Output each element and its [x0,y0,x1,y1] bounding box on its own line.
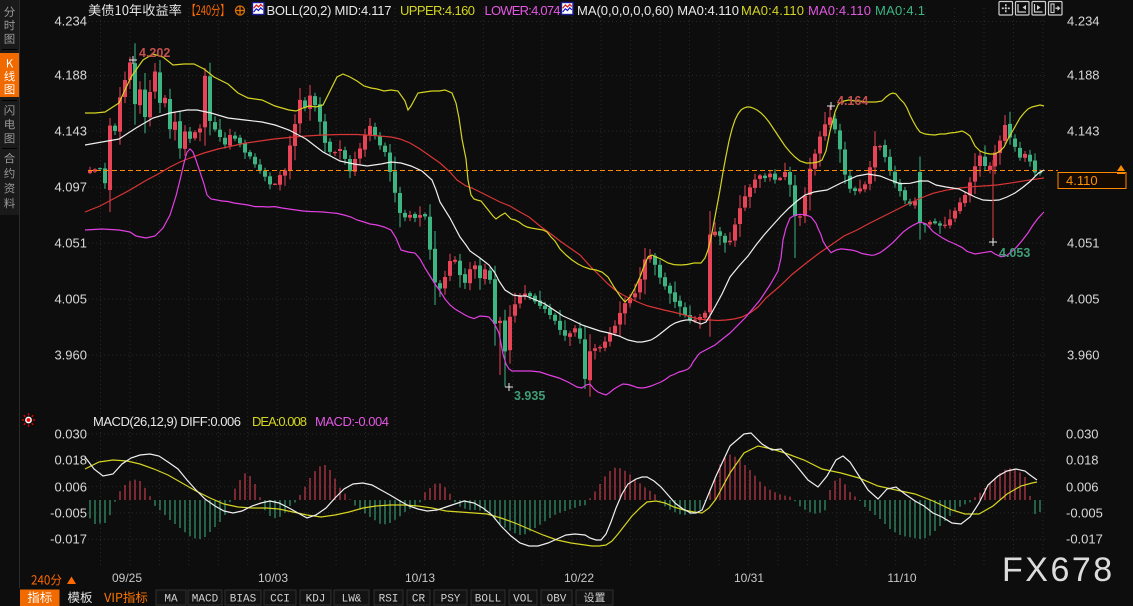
svg-text:FX678: FX678 [1002,551,1115,589]
svg-text:4.110: 4.110 [1066,173,1098,188]
svg-text:MA: MA [164,594,178,606]
svg-text:MA0:4.110: MA0:4.110 [741,3,804,18]
svg-text:MACD: MACD [192,594,219,606]
svg-text:4.143: 4.143 [54,124,87,139]
svg-text:-0.017: -0.017 [1066,532,1103,547]
svg-text:UPPER:4.160: UPPER:4.160 [400,3,475,18]
svg-text:MA0:4.110: MA0:4.110 [808,3,871,18]
svg-text:-0.005: -0.005 [50,506,87,521]
svg-text:0.006: 0.006 [1066,480,1099,495]
svg-text:10/22: 10/22 [564,571,594,585]
svg-text:09/25: 09/25 [112,571,142,585]
svg-text:4.005: 4.005 [54,292,87,307]
svg-text:OBV: OBV [547,594,567,606]
svg-text:0.006: 0.006 [54,480,87,495]
svg-text:DEA:0.008: DEA:0.008 [252,414,307,429]
svg-text:VOL: VOL [513,594,533,606]
svg-text:LOWER:4.074: LOWER:4.074 [485,3,561,18]
svg-text:4.188: 4.188 [1067,68,1100,83]
svg-text:MA0:4.1: MA0:4.1 [875,3,925,18]
svg-text:4.005: 4.005 [1067,292,1100,307]
svg-text:4.143: 4.143 [1067,124,1100,139]
svg-text:0.018: 0.018 [1066,453,1099,468]
svg-text:0.030: 0.030 [54,427,87,442]
svg-text:4.234: 4.234 [54,14,87,29]
svg-text:CCI: CCI [270,594,290,606]
svg-text:4.188: 4.188 [54,68,87,83]
svg-text:3.960: 3.960 [54,348,87,363]
svg-text:3.935: 3.935 [514,389,545,403]
svg-text:10/03: 10/03 [258,571,288,585]
svg-text:BOLL: BOLL [475,594,501,606]
svg-text:BOLL(20,2) MID:4.117: BOLL(20,2) MID:4.117 [267,3,392,18]
svg-text:10/13: 10/13 [405,571,435,585]
svg-text:MACD(26,12,9) DIFF:0.006: MACD(26,12,9) DIFF:0.006 [93,414,241,429]
svg-text:KDJ: KDJ [306,594,326,606]
svg-text:4.051: 4.051 [1067,236,1100,251]
svg-text:MA(0,0,0,0,0,60) MA0:4.110: MA(0,0,0,0,0,60) MA0:4.110 [577,3,739,18]
svg-text:4.202: 4.202 [139,46,170,60]
svg-text:3.960: 3.960 [1067,348,1100,363]
svg-text:LW&: LW& [342,594,362,606]
svg-text:0.018: 0.018 [54,453,87,468]
svg-text:BIAS: BIAS [230,594,257,606]
svg-text:4.234: 4.234 [1067,14,1100,29]
svg-text:11/10: 11/10 [887,571,916,585]
svg-text:0.030: 0.030 [1066,427,1099,442]
svg-text:10/31: 10/31 [734,571,764,585]
svg-text:PSY: PSY [441,594,461,606]
svg-text:-0.017: -0.017 [50,532,87,547]
svg-text:4.053: 4.053 [999,246,1030,260]
svg-text:-0.005: -0.005 [1066,506,1103,521]
svg-text:4.051: 4.051 [54,236,87,251]
svg-text:RSI: RSI [379,594,399,606]
svg-text:MACD:-0.004: MACD:-0.004 [315,414,389,429]
svg-text:4.097: 4.097 [54,180,87,195]
svg-text:CR: CR [412,594,426,606]
svg-text:4.164: 4.164 [837,94,868,108]
